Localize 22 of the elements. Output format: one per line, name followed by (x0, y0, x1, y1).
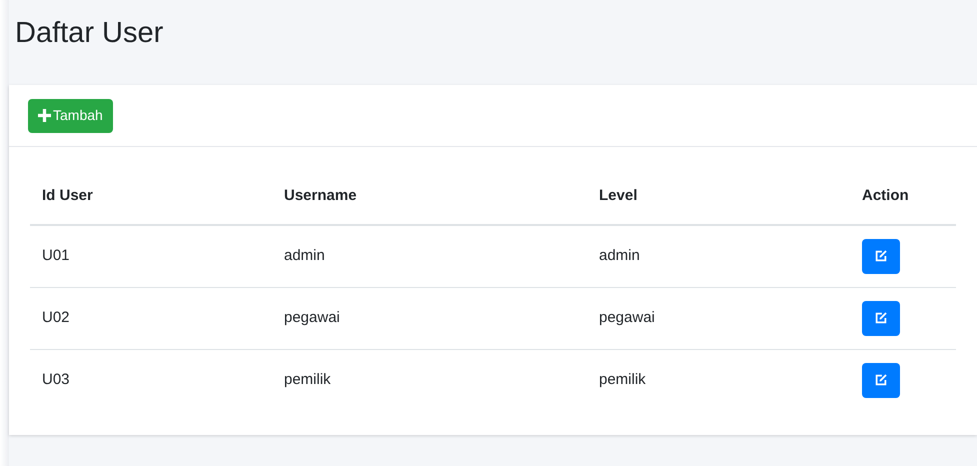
table-cell: U03 (42, 371, 70, 388)
column-header: Action (862, 187, 909, 204)
table-cell: pemilik (599, 371, 646, 388)
table-cell: admin (599, 247, 640, 264)
edit-button[interactable] (862, 300, 900, 336)
table-cell: U01 (42, 247, 70, 264)
add-button[interactable]: Tambah (28, 98, 113, 132)
table-cell: admin (284, 247, 325, 264)
edit-button[interactable] (862, 362, 900, 398)
table-cell: pemilik (284, 371, 331, 388)
column-header: Username (284, 187, 357, 204)
column-header: Id User (42, 187, 93, 204)
edit-icon (874, 249, 888, 264)
table-cell: U02 (42, 308, 70, 326)
edit-button[interactable] (862, 238, 900, 274)
table-cell: pegawai (284, 308, 340, 326)
table-cell: pegawai (599, 308, 655, 326)
plus-icon (38, 109, 51, 122)
column-header: Level (599, 187, 638, 204)
edit-icon (874, 373, 888, 388)
page-title: Daftar User (14, 16, 164, 51)
edit-icon (874, 311, 888, 325)
